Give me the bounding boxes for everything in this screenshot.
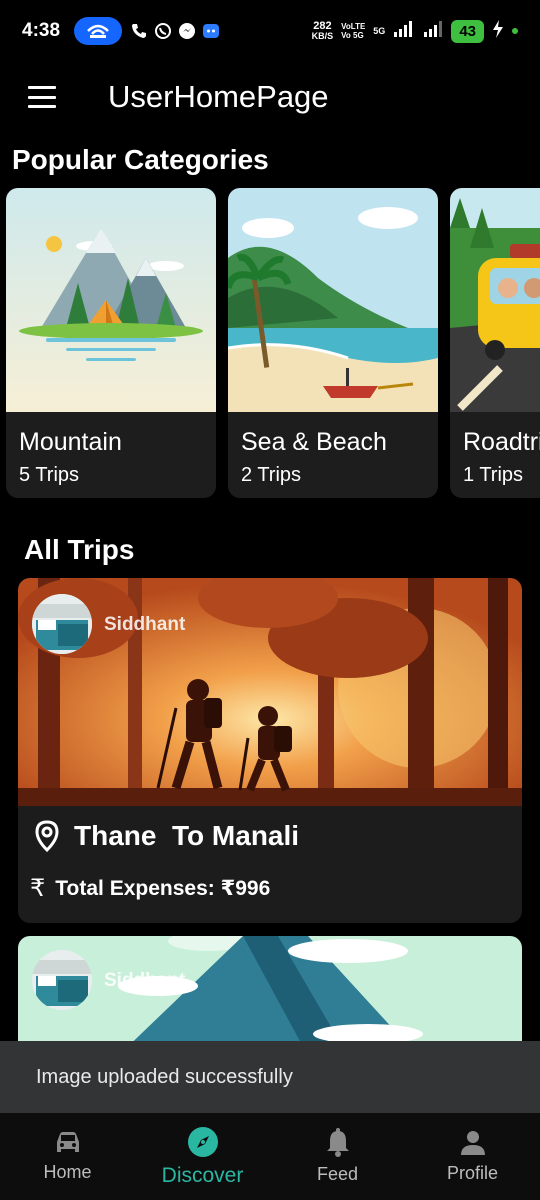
- category-card-mountain[interactable]: Mountain 5 Trips: [6, 188, 216, 498]
- discord-icon: [202, 22, 220, 40]
- category-name: Mountain: [19, 428, 122, 456]
- avatar[interactable]: [32, 594, 92, 654]
- signal-type: 5G: [373, 26, 386, 36]
- categories-carousel[interactable]: Mountain 5 Trips Sea & Beach 2 Trips Roa…: [6, 188, 540, 500]
- nav-label-home: Home: [43, 1162, 92, 1182]
- popular-categories-heading: Popular Categories: [12, 144, 269, 175]
- whatsapp-icon: [154, 22, 172, 40]
- trip-image-hikers: Siddhant: [18, 578, 522, 806]
- avatar[interactable]: [32, 950, 92, 1010]
- menu-icon[interactable]: [28, 86, 56, 108]
- nav-label-discover: Discover: [161, 1163, 244, 1187]
- all-trips-heading: All Trips: [24, 534, 135, 565]
- category-count: 5 Trips: [19, 464, 80, 486]
- nav-discover[interactable]: Discover: [135, 1113, 270, 1200]
- messenger-icon: [178, 22, 196, 40]
- trip-route-text: Thane To Manali: [74, 820, 300, 851]
- net-speed-value: 282: [313, 20, 332, 32]
- rupee-icon: ₹: [30, 875, 46, 902]
- nav-home[interactable]: Home: [0, 1113, 135, 1200]
- trip-card[interactable]: Siddhant Thane To Manali ₹ Total Expense…: [18, 578, 522, 923]
- roadtrip-illustration: [450, 188, 540, 412]
- location-pin-icon: [35, 820, 59, 852]
- category-card-sea-beach[interactable]: Sea & Beach 2 Trips: [228, 188, 438, 498]
- nav-feed[interactable]: Feed: [270, 1113, 405, 1200]
- beach-illustration: [228, 188, 438, 412]
- status-bar: 4:38 282 KB/S VoLTE Vo 5G 5G 43: [0, 0, 540, 62]
- trip-author: Siddhant: [104, 614, 186, 635]
- app-bar: UserHomePage: [0, 62, 540, 132]
- charging-icon: [492, 19, 504, 43]
- trip-route: Thane To Manali: [34, 820, 299, 852]
- volte-top: VoLTE: [341, 22, 366, 31]
- car-icon: [56, 1132, 79, 1152]
- volte-indicator: VoLTE Vo 5G: [341, 22, 365, 40]
- phone-icon: [130, 22, 148, 40]
- trip-author: Siddhant: [104, 970, 186, 991]
- trip-expense-text: Total Expenses: ₹996: [55, 877, 271, 900]
- battery-indicator: 43: [451, 19, 484, 43]
- network-speed: 282 KB/S: [311, 20, 334, 42]
- category-name: Roadtrip: [463, 428, 540, 456]
- trip-image-mountain: Siddhant: [18, 936, 522, 1056]
- trip-expense: ₹ Total Expenses: ₹996: [30, 874, 270, 903]
- privacy-dot: [512, 28, 518, 34]
- signal-icon: [393, 20, 415, 43]
- hotspot-icon: [74, 17, 123, 45]
- trip-card[interactable]: Siddhant: [18, 936, 522, 1056]
- nav-profile[interactable]: Profile: [405, 1113, 540, 1200]
- category-count: 2 Trips: [241, 464, 302, 486]
- category-count: 1 Trips: [463, 464, 524, 486]
- bell-icon: [326, 1128, 349, 1157]
- snackbar-message: Image uploaded successfully: [36, 1065, 293, 1088]
- person-icon: [460, 1131, 485, 1155]
- status-time: 4:38: [22, 20, 61, 41]
- snackbar: Image uploaded successfully: [0, 1041, 540, 1113]
- net-speed-unit: KB/S: [311, 31, 334, 41]
- signal-icon-2: [423, 20, 443, 43]
- category-name: Sea & Beach: [241, 428, 387, 456]
- mountain-illustration: [6, 188, 216, 412]
- volte-bottom: Vo 5G: [341, 31, 364, 40]
- bottom-navigation: Home Discover Feed Profile: [0, 1113, 540, 1200]
- nav-label-feed: Feed: [316, 1164, 359, 1184]
- compass-icon: [187, 1126, 218, 1157]
- category-card-roadtrip[interactable]: Roadtrip 1 Trips: [450, 188, 540, 498]
- nav-label-profile: Profile: [446, 1163, 499, 1183]
- page-title: UserHomePage: [108, 79, 329, 114]
